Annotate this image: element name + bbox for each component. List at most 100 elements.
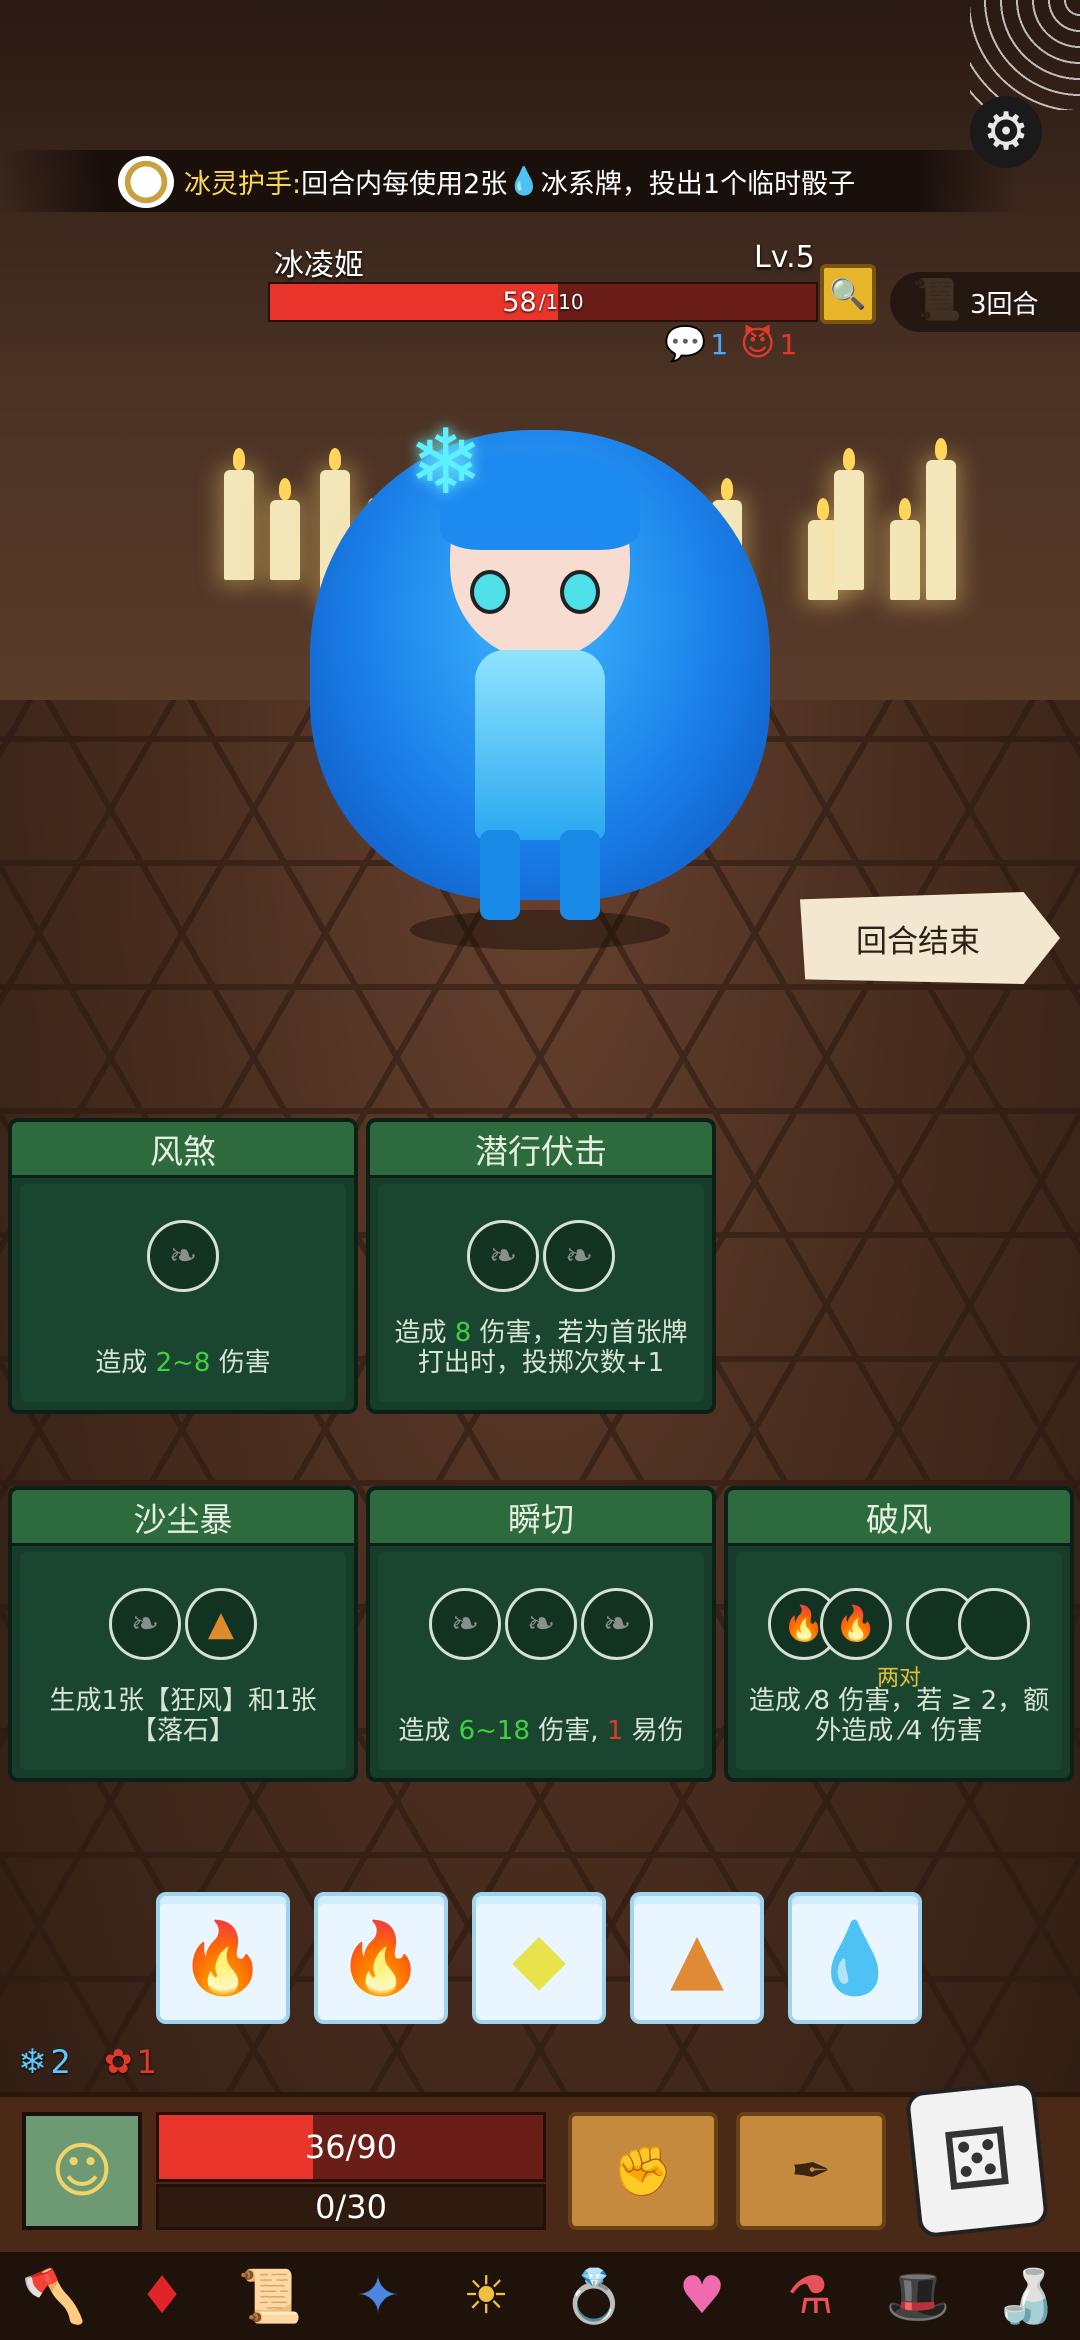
water-die-icon[interactable]: 💧 — [788, 1892, 922, 2024]
skill-card[interactable]: 破风 🔥 🔥 · · 两对 造成 ⁄8 伤害，若 ≥ 2，额外造成 ⁄4 伤害 — [724, 1486, 1074, 1782]
skill-card-body: ❧ 造成 2~8 伤害 — [20, 1184, 346, 1402]
frost-buff[interactable]: ❄ 2 — [18, 2042, 71, 2082]
player-shield-bar: 0/30 — [156, 2184, 546, 2230]
snowflake-icon: ❄ — [408, 410, 484, 515]
enemy-intent-attack[interactable]: 😈 1 — [740, 324, 797, 364]
empty-slot[interactable]: · — [958, 1588, 1030, 1660]
damage-value: 2~8 — [155, 1348, 211, 1378]
dice-slots: ❧ ❧ ❧ — [378, 1588, 704, 1660]
relics-bar: 🪓 ♦ 📜 ✦ ☀ 💍 ♥ ⚗ 🎩 🍶 — [0, 2252, 1080, 2340]
skill-card-title: 瞬切 — [370, 1490, 712, 1546]
skill-card-text: 造成 ⁄8 伤害，若 ≥ 2，额外造成 ⁄4 伤害 — [748, 1686, 1050, 1746]
enemy-intent-talk[interactable]: 💬 1 — [664, 324, 728, 364]
candle — [270, 478, 300, 580]
scroll-icon[interactable]: 📜 — [234, 2260, 306, 2332]
ruby-icon[interactable]: ♦ — [126, 2260, 198, 2332]
fist-skill-icon[interactable]: ✊ — [568, 2112, 718, 2230]
enemy-hp-max: /110 — [538, 290, 584, 314]
feather-skill-icon[interactable]: ✒ — [736, 2112, 886, 2230]
wind-slot-icon[interactable]: ❧ — [429, 1588, 501, 1660]
ice-gauntlet-icon — [118, 156, 174, 208]
wind-slot-icon[interactable]: ❧ — [543, 1220, 615, 1292]
skill-card-title: 沙尘暴 — [12, 1490, 354, 1546]
dice-icon[interactable]: ⚄ — [904, 2079, 1050, 2239]
bleed-buff[interactable]: ✿ 1 — [104, 2042, 157, 2082]
skill-card-title: 潜行伏击 — [370, 1122, 712, 1178]
relic-title: 冰灵护手: — [184, 168, 302, 200]
candle — [890, 498, 920, 600]
snowflake-icon: ❄ — [18, 2042, 47, 2082]
ring-icon[interactable]: 💍 — [558, 2260, 630, 2332]
dice-slots: ❧ — [20, 1220, 346, 1292]
candle — [926, 438, 956, 600]
card-text-part: 造成 — [398, 1716, 459, 1746]
magnifier-icon[interactable]: 🔍 — [820, 264, 876, 324]
card-text-part: 伤害 — [210, 1348, 271, 1378]
skill-card-text: 造成 8 伤害，若为首张牌打出时，投掷次数+1 — [390, 1318, 692, 1378]
skill-card-body: ❧ ▲ 生成1张【狂风】和1张【落石】 — [20, 1552, 346, 1770]
skill-card-text: 造成 6~18 伤害, 1 易伤 — [390, 1716, 692, 1746]
card-text-part: 造成 — [394, 1318, 455, 1348]
wind-slot-icon[interactable]: ❧ — [109, 1588, 181, 1660]
enemy-hp-bar: 58 /110 — [268, 282, 818, 322]
gear-icon[interactable]: ⚙ — [970, 96, 1042, 168]
fire-die-icon[interactable]: 🔥 — [314, 1892, 448, 2024]
end-turn-label: 回合结束 — [856, 923, 980, 960]
fire-slot-icon[interactable]: 🔥 — [820, 1588, 892, 1660]
heart-amulet-icon[interactable]: ♥ — [666, 2260, 738, 2332]
enemy-ice-princess-sprite[interactable]: ❄ — [300, 410, 780, 950]
spider-web-decoration — [970, 0, 1080, 110]
diamond-die-icon[interactable]: ◆ — [472, 1892, 606, 2024]
compass-icon[interactable]: ✦ — [342, 2260, 414, 2332]
intent-talk-count: 1 — [710, 327, 729, 361]
sun-mask-icon[interactable]: ☀ — [450, 2260, 522, 2332]
bleed-icon: ✿ — [104, 2042, 133, 2082]
dice-slots: ❧ ▲ — [20, 1588, 346, 1660]
rock-die-icon[interactable]: ▲ — [630, 1892, 764, 2024]
turn-counter: 3回合 — [890, 272, 1080, 332]
wind-slot-icon[interactable]: ❧ — [467, 1220, 539, 1292]
relic-desc-1: 回合内每使用2张 — [301, 168, 508, 200]
relic-desc-2: 冰系牌，投出1个临时骰子 — [540, 168, 856, 200]
character-leg — [560, 830, 600, 920]
skill-card[interactable]: 潜行伏击 ❧ ❧ 造成 8 伤害，若为首张牌打出时，投掷次数+1 — [366, 1118, 716, 1414]
turn-label: 3回合 — [970, 289, 1039, 320]
skill-card-body: ❧ ❧ 造成 8 伤害，若为首张牌打出时，投掷次数+1 — [378, 1184, 704, 1402]
fire-die-icon[interactable]: 🔥 — [156, 1892, 290, 2024]
enemy-hp-text: 58 /110 — [270, 284, 816, 320]
wind-slot-icon[interactable]: ❧ — [147, 1220, 219, 1292]
card-text-part: 造成 — [95, 1348, 156, 1378]
top-hat-icon[interactable]: 🎩 — [882, 2260, 954, 2332]
frost-buff-count: 2 — [50, 2043, 71, 2081]
skill-card-body: ❧ ❧ ❧ 造成 6~18 伤害, 1 易伤 — [378, 1552, 704, 1770]
character-eye — [470, 570, 510, 614]
wind-slot-icon[interactable]: ❧ — [581, 1588, 653, 1660]
enemy-name: 冰凌姬 — [274, 248, 364, 283]
axe-icon[interactable]: 🪓 — [18, 2260, 90, 2332]
damage-value: 6~18 — [458, 1716, 531, 1746]
player-hp-text: 36/90 — [304, 2128, 398, 2166]
skill-card[interactable]: 风煞 ❧ 造成 2~8 伤害 — [8, 1118, 358, 1414]
player-portrait-avatar[interactable]: ☺ — [22, 2112, 142, 2230]
wind-slot-icon[interactable]: ❧ — [505, 1588, 577, 1660]
card-text-part: 易伤 — [623, 1716, 684, 1746]
bottle-icon[interactable]: 🍶 — [990, 2260, 1062, 2332]
vulnerable-value: 1 — [606, 1716, 624, 1746]
speech-bubble-icon: 💬 — [664, 324, 707, 364]
rock-slot-icon[interactable]: ▲ — [185, 1588, 257, 1660]
skill-card[interactable]: 瞬切 ❧ ❧ ❧ 造成 6~18 伤害, 1 易伤 — [366, 1486, 716, 1782]
bleed-buff-count: 1 — [136, 2043, 157, 2081]
character-leg — [480, 830, 520, 920]
end-turn-button[interactable]: 回合结束 — [800, 892, 1060, 984]
enemy-hp-value: 58 — [502, 286, 537, 318]
character-eye — [560, 570, 600, 614]
player-hp-bar: 36/90 — [156, 2112, 546, 2182]
character-shadow — [410, 910, 670, 950]
water-drop-icon: 💧 — [507, 166, 541, 197]
dice-slots: ❧ ❧ — [378, 1220, 704, 1292]
potion-icon[interactable]: ⚗ — [774, 2260, 846, 2332]
card-text-part: 伤害, — [530, 1716, 607, 1746]
skill-card-title: 风煞 — [12, 1122, 354, 1178]
character-dress — [475, 650, 605, 840]
skill-card[interactable]: 沙尘暴 ❧ ▲ 生成1张【狂风】和1张【落石】 — [8, 1486, 358, 1782]
